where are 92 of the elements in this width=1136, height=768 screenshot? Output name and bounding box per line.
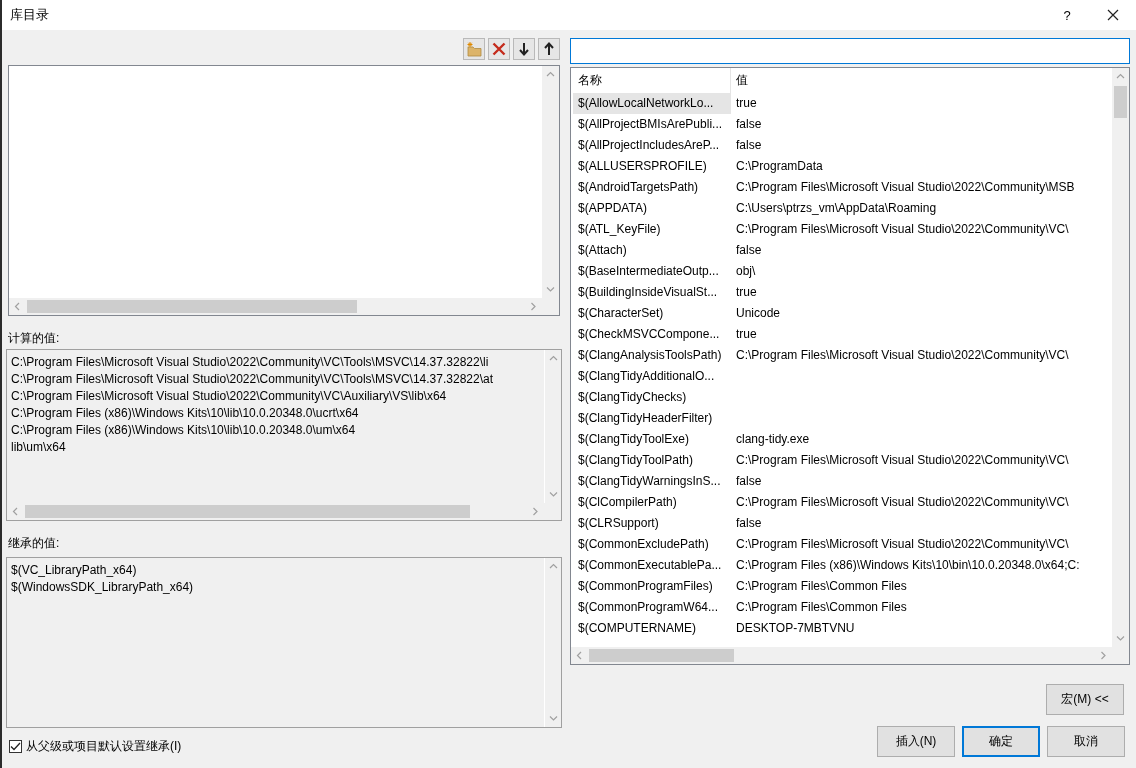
scrollbar[interactable] xyxy=(544,350,561,503)
table-cell-text: C:\Program Files\Common Files xyxy=(735,599,908,616)
text-line: C:\Program Files\Microsoft Visual Studio\2022\Community\VC\Tools\MSVC\14.37.32822\li xyxy=(11,354,490,371)
text-line: C:\Program Files (x86)\Windows Kits\10\lib\10.0.20348.0\ucrt\x64 xyxy=(11,405,360,422)
table-cell[interactable]: $(APPDATA) xyxy=(573,198,731,219)
table-cell[interactable]: $(AndroidTargetsPath) xyxy=(573,177,731,198)
text-line: C:\Program Files (x86)\Windows Kits\10\lib\10.0.20348.0\um\x64 xyxy=(11,422,357,439)
table-cell-text: false xyxy=(735,473,763,490)
table-cell-text: C:\ProgramData xyxy=(735,158,824,175)
text-line: C:\Program Files\Microsoft Visual Studio\2022\Community\VC\Auxiliary\VS\lib\x64 xyxy=(11,388,448,405)
checkbox[interactable] xyxy=(9,739,22,753)
computed-values-box[interactable] xyxy=(6,349,562,521)
table-cell[interactable]: $(ClangTidyWarningsInS... xyxy=(573,471,731,492)
close-icon xyxy=(1107,9,1119,21)
table-cell-text: false xyxy=(735,242,763,259)
check-icon xyxy=(10,741,21,751)
table-cell-text: C:\Program Files\Microsoft Visual Studio\2022\Community\MSB xyxy=(735,179,1076,196)
scroll-thumb[interactable] xyxy=(25,505,470,518)
text-line: C:\Program Files\Microsoft Visual Studio\2022\Community\VC\Tools\MSVC\14.37.32822\at xyxy=(11,371,494,388)
table-cell[interactable]: $(ClangTidyHeaderFilter) xyxy=(573,408,731,429)
table-cell[interactable]: $(CharacterSet) xyxy=(573,303,731,324)
table-cell-text: false xyxy=(735,137,763,154)
table-cell[interactable]: $(CommonProgramW64... xyxy=(573,597,731,618)
table-cell-text: true xyxy=(735,326,758,343)
text-line: $(VC_LibraryPath_x64) xyxy=(11,562,138,579)
text-line: lib\um\x64 xyxy=(11,439,67,456)
text-line: $(WindowsSDK_LibraryPath_x64) xyxy=(11,579,195,596)
table-cell-text: Unicode xyxy=(735,305,782,322)
table-cell[interactable]: $(ClangTidyAdditionalO... xyxy=(573,366,731,387)
move-up-button[interactable] xyxy=(538,38,560,60)
table-cell-text: obj\ xyxy=(735,263,757,280)
table-cell[interactable]: $(CheckMSVCCompone... xyxy=(573,324,731,345)
section-label: 继承的值: xyxy=(7,535,61,552)
table-cell[interactable]: $(BuildingInsideVisualSt... xyxy=(573,282,731,303)
checkbox-label[interactable]: 从父级或项目默认设置继承(I) xyxy=(26,738,182,754)
table-cell-text: C:\Program Files\Microsoft Visual Studio\2022\Community\VC\ xyxy=(735,347,1070,364)
table-cell[interactable]: $(AllProjectBMIsArePubli... xyxy=(573,114,731,135)
table-cell-text: C:\Program Files\Microsoft Visual Studio\2022\Community\VC\ xyxy=(735,452,1070,469)
scrollbar[interactable] xyxy=(542,66,559,298)
table-cell[interactable]: $(BaseIntermediateOutp... xyxy=(573,261,731,282)
table-cell[interactable]: $(ClangTidyToolPath) xyxy=(573,450,731,471)
section-label: 计算的值: xyxy=(7,330,61,347)
up-arrow-icon xyxy=(541,41,557,57)
table-cell-text: false xyxy=(735,116,763,133)
help-button[interactable]: ? xyxy=(1044,0,1090,30)
search-field[interactable] xyxy=(570,38,1130,64)
column-header[interactable]: 值 xyxy=(731,68,748,93)
table-cell[interactable]: $(ClangAnalysisToolsPath) xyxy=(573,345,731,366)
dialog-button[interactable]: 插入(N) xyxy=(877,726,955,757)
table-cell[interactable]: $(COMPUTERNAME) xyxy=(573,618,731,639)
dialog-button[interactable]: 取消 xyxy=(1047,726,1125,757)
table-cell[interactable]: $(CLRSupport) xyxy=(573,513,731,534)
table-cell-text: C:\Program Files\Microsoft Visual Studio\2022\Community\VC\ xyxy=(735,494,1070,511)
delete-button[interactable] xyxy=(488,38,510,60)
table-cell[interactable]: $(CommonProgramFiles) xyxy=(573,576,731,597)
table-cell-text: false xyxy=(735,515,763,532)
macros-button[interactable]: 宏(M) << xyxy=(1046,684,1124,715)
table-cell-text: C:\Program Files\Common Files xyxy=(735,578,908,595)
scrollbar[interactable] xyxy=(544,558,561,727)
table-cell-text: C:\Users\ptrzs_vm\AppData\Roaming xyxy=(735,200,938,217)
scroll-thumb[interactable] xyxy=(27,300,357,313)
new-folder-icon xyxy=(466,41,482,57)
table-cell[interactable]: $(ClangTidyChecks) xyxy=(573,387,731,408)
table-cell[interactable]: $(CommonExecutablePa... xyxy=(573,555,731,576)
table-cell-text: clang-tidy.exe xyxy=(735,431,811,448)
window-title: 库目录 xyxy=(10,6,49,24)
scrollbar[interactable] xyxy=(9,298,542,315)
table-cell[interactable]: $(ALLUSERSPROFILE) xyxy=(573,156,731,177)
table-cell[interactable]: $(ATL_KeyFile) xyxy=(573,219,731,240)
table-cell[interactable]: $(CommonExcludePath) xyxy=(573,534,731,555)
inherited-values-box[interactable]: $(VC_LibraryPath_x64) $(WindowsSDK_LibraryPath_x64) xyxy=(6,557,562,728)
table-cell[interactable]: $(ClangTidyToolExe) xyxy=(573,429,731,450)
directory-list[interactable] xyxy=(8,65,560,316)
table-cell-text: C:\Program Files\Microsoft Visual Studio\2022\Community\VC\ xyxy=(735,221,1070,238)
table-cell-text: true xyxy=(735,284,758,301)
dialog-button[interactable]: 确定 xyxy=(962,726,1040,757)
table-cell[interactable]: $(AllowLocalNetworkLo... xyxy=(573,93,731,114)
scrollbar[interactable] xyxy=(1112,68,1129,647)
table-cell[interactable]: $(Attach) xyxy=(573,240,731,261)
scroll-thumb[interactable] xyxy=(1114,86,1127,118)
scroll-thumb[interactable] xyxy=(589,649,734,662)
delete-icon xyxy=(491,41,507,57)
down-arrow-icon xyxy=(516,41,532,57)
table-cell[interactable]: $(AllProjectIncludesAreP... xyxy=(573,135,731,156)
table-cell-text: DESKTOP-7MBTVNU xyxy=(735,620,856,637)
new-folder-button[interactable] xyxy=(463,38,485,60)
table-cell-text: C:\Program Files (x86)\Windows Kits\10\bin\10.0.20348.0\x64;C: xyxy=(735,557,1081,574)
table-cell-text: C:\Program Files\Microsoft Visual Studio\2022\Community\VC\ xyxy=(735,536,1070,553)
move-down-button[interactable] xyxy=(513,38,535,60)
scrollbar[interactable] xyxy=(571,647,1112,664)
table-cell-text: true xyxy=(735,95,758,112)
table-cell[interactable]: $(ClCompilerPath) xyxy=(573,492,731,513)
